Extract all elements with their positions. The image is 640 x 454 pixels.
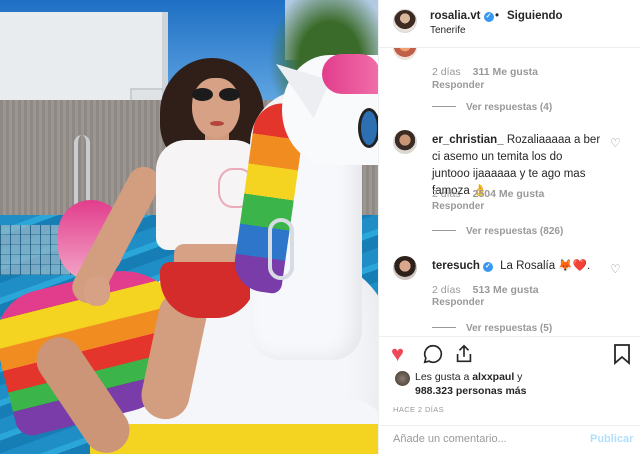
post-timestamp[interactable]: HACE 2 DÍAS bbox=[393, 405, 444, 414]
photo-unicorn-handle bbox=[268, 218, 294, 280]
view-replies-button[interactable]: Ver respuestas (5) bbox=[432, 323, 552, 334]
reply-button[interactable]: Responder bbox=[432, 297, 484, 308]
comment-likes[interactable]: 311 Me gusta bbox=[473, 66, 538, 78]
view-replies-button[interactable]: Ver respuestas (826) bbox=[432, 226, 563, 237]
comments-list[interactable]: 2 días 311 Me gusta Responder Ver respues… bbox=[379, 48, 640, 336]
author-username[interactable]: rosalia.vt bbox=[430, 10, 481, 22]
comment-avatar[interactable] bbox=[393, 48, 417, 60]
header-separator: • bbox=[495, 10, 500, 22]
photo-person-face bbox=[192, 78, 240, 138]
likes-count[interactable]: 988.323 personas más bbox=[415, 385, 527, 397]
comment-likes[interactable]: 2504 Me gusta bbox=[473, 188, 545, 200]
photo-person-sunglasses bbox=[192, 88, 242, 102]
author-avatar[interactable] bbox=[393, 9, 417, 33]
reply-button[interactable]: Responder bbox=[432, 80, 484, 91]
publish-button[interactable]: Publicar bbox=[590, 433, 633, 445]
verified-badge-icon: ✓ bbox=[483, 12, 494, 22]
post-actions-bar: ♥ bbox=[379, 336, 640, 372]
small-heart-icon[interactable]: ♡ bbox=[610, 262, 621, 276]
comment-avatar[interactable] bbox=[393, 130, 417, 154]
comment-input[interactable] bbox=[393, 433, 573, 445]
view-replies-button[interactable]: Ver respuestas (4) bbox=[432, 102, 552, 113]
add-comment-bar: Publicar bbox=[379, 425, 640, 454]
author-username-row[interactable]: rosalia.vt ✓ bbox=[430, 10, 494, 22]
following-button[interactable]: Siguiendo bbox=[507, 10, 563, 22]
comment-username[interactable]: teresuch bbox=[432, 260, 480, 272]
share-icon[interactable] bbox=[453, 343, 475, 369]
bookmark-icon[interactable] bbox=[613, 343, 631, 369]
comment-avatar[interactable] bbox=[393, 256, 417, 280]
reply-button[interactable]: Responder bbox=[432, 201, 484, 212]
liker-avatar[interactable] bbox=[395, 371, 410, 386]
comment-body: teresuch ✓ La Rosalía 🦊❤️. bbox=[432, 258, 602, 275]
post-header: rosalia.vt ✓ • Siguiendo Tenerife bbox=[379, 0, 640, 48]
comment-likes[interactable]: 513 Me gusta bbox=[473, 284, 539, 296]
comment-meta: 2 días 311 Me gusta bbox=[432, 66, 538, 78]
comment-meta: 2 días 2504 Me gusta bbox=[432, 188, 544, 200]
comment-time: 2 días bbox=[432, 66, 461, 78]
likes-conj: y bbox=[517, 371, 523, 383]
comment-icon[interactable] bbox=[422, 343, 444, 369]
comment-text: La Rosalía 🦊❤️. bbox=[500, 260, 591, 272]
heart-icon[interactable]: ♥ bbox=[391, 343, 404, 365]
comment-meta: 2 días 513 Me gusta bbox=[432, 284, 539, 296]
liker-username[interactable]: alxxpaul bbox=[472, 371, 514, 383]
small-heart-icon[interactable]: ♡ bbox=[610, 136, 621, 150]
comment-time: 2 días bbox=[432, 188, 461, 200]
comment-username[interactable]: er_christian_ bbox=[432, 134, 504, 146]
photo-person-lips bbox=[210, 121, 224, 126]
post-photo[interactable] bbox=[0, 0, 378, 454]
photo-unicorn-eye bbox=[358, 108, 378, 148]
comment-time: 2 días bbox=[432, 284, 461, 296]
post-location[interactable]: Tenerife bbox=[430, 25, 466, 36]
photo-unicorn-pink-mane bbox=[322, 54, 378, 94]
photo-person-hand bbox=[84, 276, 110, 306]
post-side-panel: rosalia.vt ✓ • Siguiendo Tenerife 2 días 3… bbox=[378, 0, 640, 454]
verified-badge-icon: ✓ bbox=[482, 262, 493, 272]
likes-prefix: Les gusta a bbox=[415, 371, 470, 383]
likes-summary[interactable]: Les gusta a alxxpaul y 988.323 personas … bbox=[415, 370, 615, 398]
